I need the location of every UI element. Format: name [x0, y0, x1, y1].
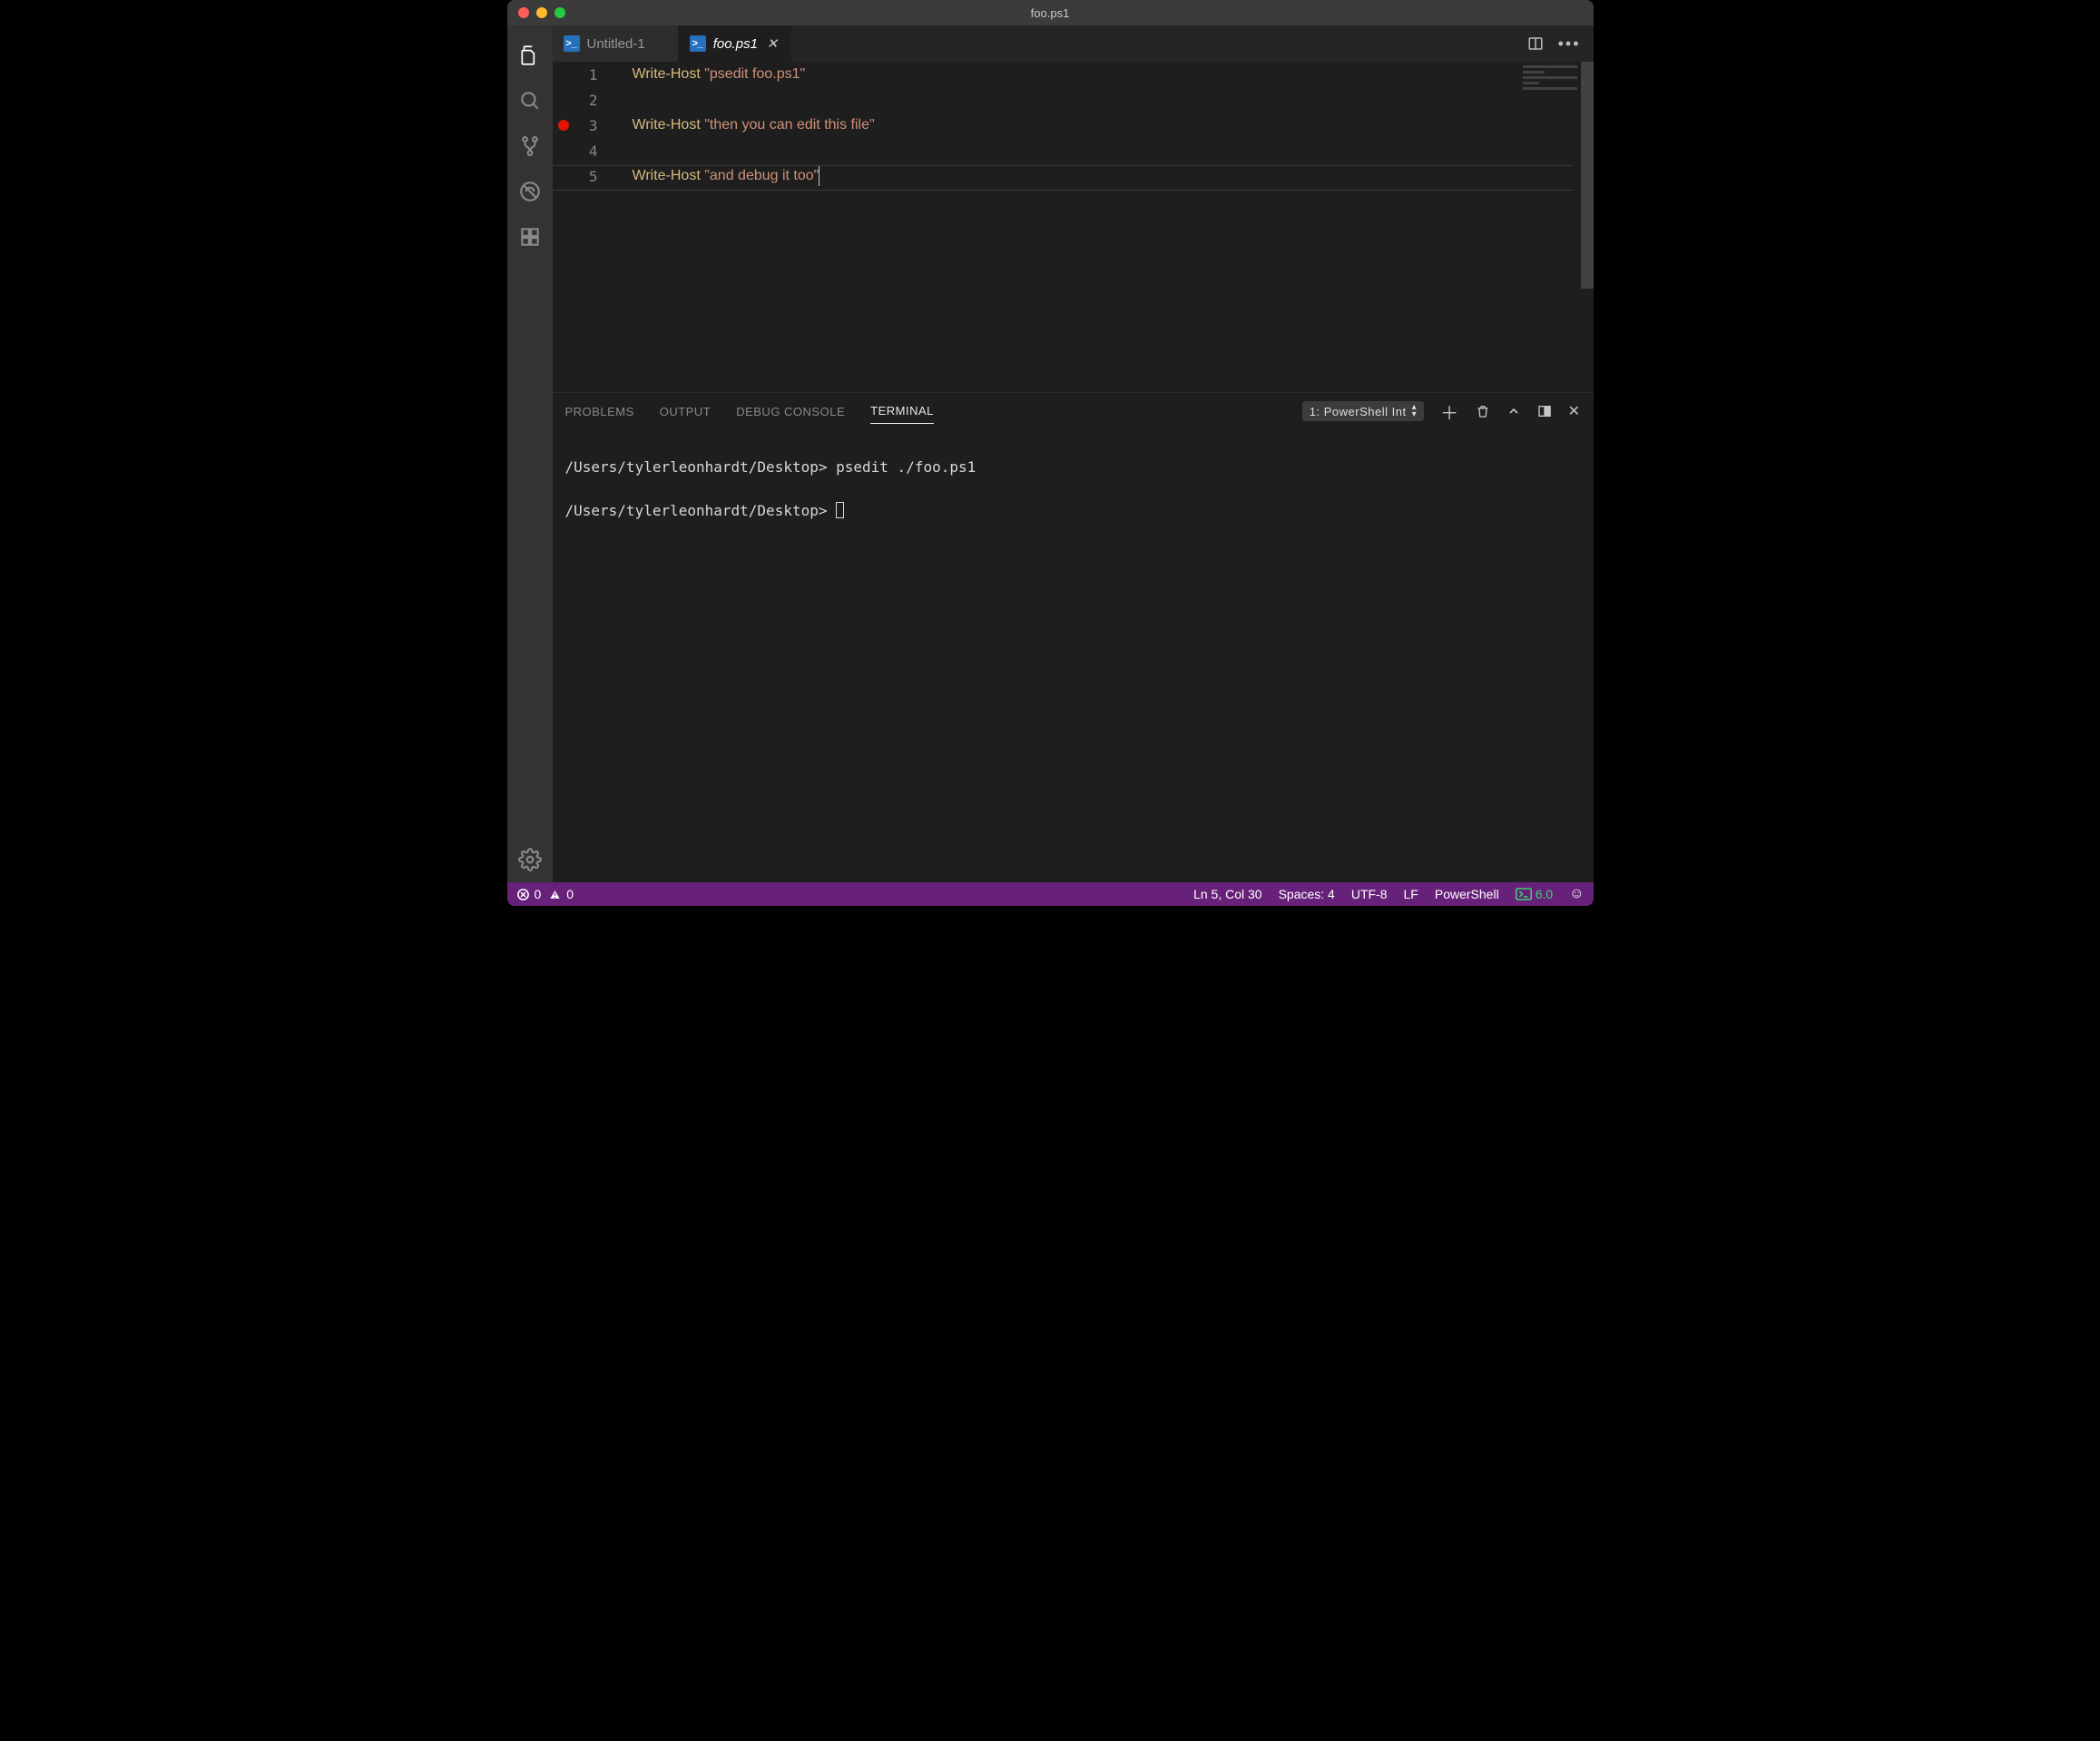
breakpoint-gutter[interactable]: [553, 163, 574, 189]
panel-tab-terminal[interactable]: TERMINAL: [870, 398, 934, 424]
tab-label: Untitled-1: [587, 36, 645, 52]
panel-tab-debug-console[interactable]: DEBUG CONSOLE: [736, 399, 845, 424]
explorer-icon[interactable]: [507, 33, 553, 78]
line-number: 1: [574, 66, 611, 84]
status-errors-count: 0: [535, 887, 542, 901]
terminal-command: psedit ./foo.ps1: [836, 458, 976, 476]
terminal-prompt: /Users/tylerleonhardt/Desktop>: [565, 458, 828, 476]
powershell-file-icon: >_: [564, 35, 580, 52]
window-title: foo.ps1: [1031, 6, 1070, 20]
status-feedback-icon[interactable]: ☺: [1569, 886, 1584, 902]
search-icon[interactable]: [507, 78, 553, 123]
tab-close-icon[interactable]: ✕: [765, 36, 780, 51]
status-warnings-count: 0: [566, 887, 574, 901]
status-cursor-position[interactable]: Ln 5, Col 30: [1193, 887, 1262, 901]
line-number: 2: [574, 92, 611, 109]
terminal-prompt: /Users/tylerleonhardt/Desktop>: [565, 502, 828, 519]
settings-gear-icon[interactable]: [507, 837, 553, 882]
debug-icon[interactable]: [507, 169, 553, 214]
main-row: >_ Untitled-1 ✕ >_ foo.ps1 ✕ •••: [507, 25, 1594, 882]
breakpoint-gutter[interactable]: [553, 87, 574, 113]
window-controls: [507, 7, 565, 18]
panel-tabbar: PROBLEMS OUTPUT DEBUG CONSOLE TERMINAL 1…: [553, 393, 1594, 429]
code-line: 4: [553, 138, 1594, 163]
code-line: 3 Write-Host "then you can edit this fil…: [553, 113, 1594, 138]
code-editor[interactable]: 1 Write-Host "psedit foo.ps1" 2 3 Write-…: [553, 62, 1594, 392]
terminal-selector-label: 1: PowerShell Int: [1310, 405, 1407, 418]
editor-area: >_ Untitled-1 ✕ >_ foo.ps1 ✕ •••: [553, 25, 1594, 882]
bottom-panel: PROBLEMS OUTPUT DEBUG CONSOLE TERMINAL 1…: [553, 392, 1594, 882]
status-ps-version-text: 6.0: [1536, 887, 1553, 901]
breakpoint-gutter[interactable]: [553, 113, 574, 138]
terminal-selector[interactable]: 1: PowerShell Int ▴▾: [1302, 401, 1424, 421]
split-editor-icon[interactable]: [1527, 35, 1544, 52]
status-warnings[interactable]: 0: [548, 887, 574, 901]
status-eol[interactable]: LF: [1404, 887, 1418, 901]
toggle-panel-layout-icon[interactable]: [1537, 404, 1552, 418]
panel-tab-problems[interactable]: PROBLEMS: [565, 399, 634, 424]
breakpoint-gutter[interactable]: [553, 62, 574, 87]
tabbar-actions: •••: [1527, 25, 1594, 62]
status-language-mode[interactable]: PowerShell: [1435, 887, 1499, 901]
panel-tab-output[interactable]: OUTPUT: [660, 399, 711, 424]
kill-terminal-icon[interactable]: [1476, 403, 1490, 419]
powershell-file-icon: >_: [690, 35, 706, 52]
editor-scrollbar[interactable]: [1581, 62, 1594, 289]
source-control-icon[interactable]: [507, 123, 553, 169]
terminal-cursor: [836, 502, 844, 518]
maximize-window-button[interactable]: [554, 7, 565, 18]
minimap[interactable]: [1523, 65, 1577, 93]
line-number: 5: [574, 168, 611, 185]
close-window-button[interactable]: [518, 7, 529, 18]
status-encoding[interactable]: UTF-8: [1351, 887, 1388, 901]
tab-foo-ps1[interactable]: >_ foo.ps1 ✕: [679, 25, 791, 62]
status-errors[interactable]: 0: [516, 887, 542, 901]
line-number: 3: [574, 117, 611, 134]
code-line: 5 Write-Host "and debug it too": [553, 163, 1594, 189]
code-line: 1 Write-Host "psedit foo.ps1": [553, 62, 1594, 87]
editor-tabbar: >_ Untitled-1 ✕ >_ foo.ps1 ✕ •••: [553, 25, 1594, 62]
minimize-window-button[interactable]: [536, 7, 547, 18]
titlebar: foo.ps1: [507, 0, 1594, 25]
breakpoint-icon[interactable]: [558, 120, 569, 131]
vscode-window: foo.ps1: [507, 0, 1594, 906]
new-terminal-icon[interactable]: ＋: [1440, 398, 1459, 425]
status-indentation[interactable]: Spaces: 4: [1279, 887, 1335, 901]
code-line: 2: [553, 87, 1594, 113]
line-number: 4: [574, 143, 611, 160]
tab-label: foo.ps1: [713, 36, 758, 52]
maximize-panel-icon[interactable]: [1506, 404, 1521, 418]
close-panel-icon[interactable]: ✕: [1568, 402, 1581, 420]
status-bar: 0 0 Ln 5, Col 30 Spaces: 4 UTF-8 LF Powe…: [507, 882, 1594, 906]
activity-bar: [507, 25, 553, 882]
status-powershell-version[interactable]: 6.0: [1516, 887, 1553, 901]
chevron-updown-icon: ▴▾: [1412, 404, 1418, 418]
tab-untitled-1[interactable]: >_ Untitled-1 ✕: [553, 25, 679, 62]
extensions-icon[interactable]: [507, 214, 553, 260]
more-actions-icon[interactable]: •••: [1558, 34, 1581, 54]
terminal-view[interactable]: /Users/tylerleonhardt/Desktop> psedit ./…: [553, 429, 1594, 882]
breakpoint-gutter[interactable]: [553, 138, 574, 163]
